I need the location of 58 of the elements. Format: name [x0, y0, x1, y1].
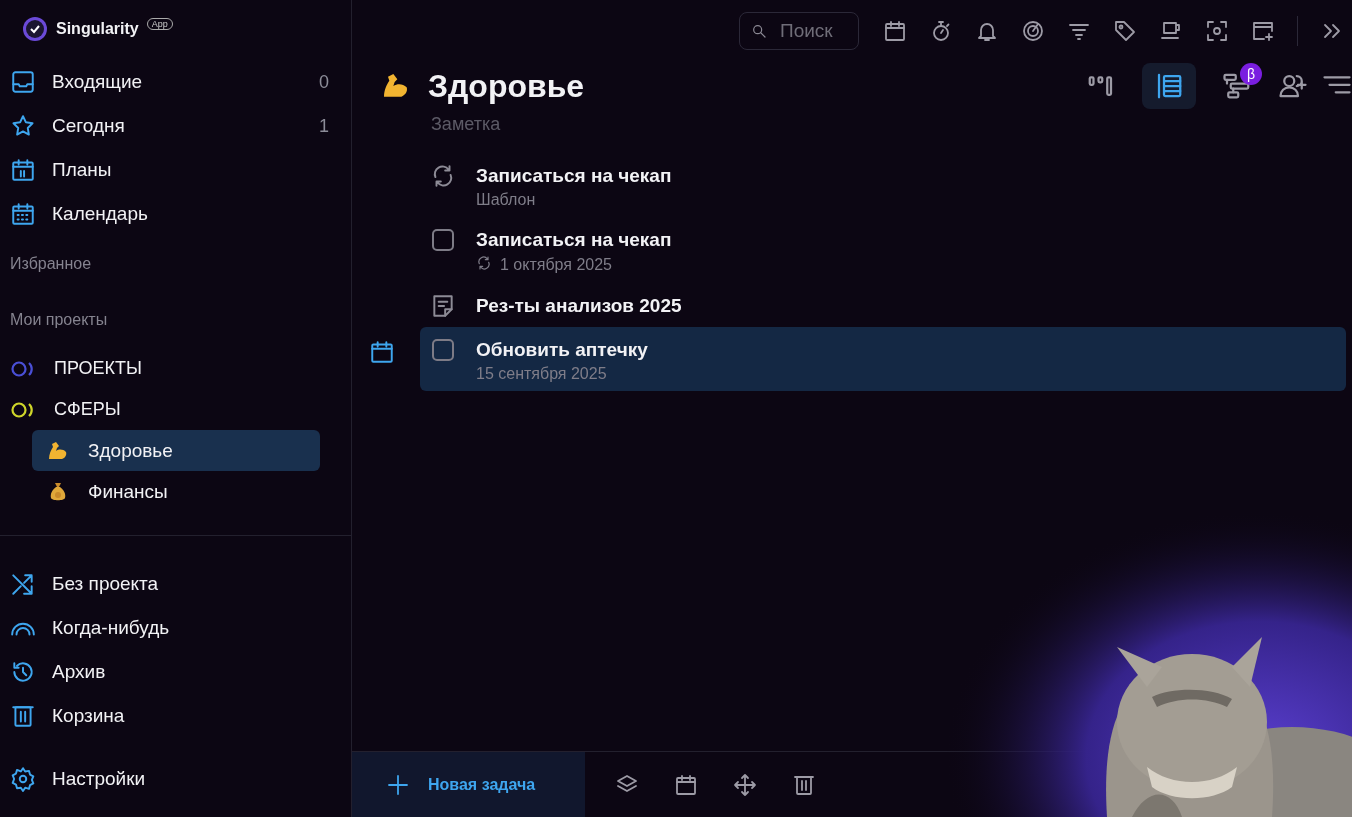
project-item[interactable]: Финансы — [32, 471, 320, 512]
project-group[interactable]: СФЕРЫ — [0, 389, 351, 430]
section-label: Избранное — [9, 254, 93, 274]
task-row[interactable]: Записаться на чекап Шаблон — [420, 153, 1346, 217]
shuffle-icon — [10, 571, 36, 597]
window-plus-icon[interactable] — [1251, 19, 1275, 43]
calendar-icon[interactable] — [674, 772, 698, 797]
calendar-icon[interactable] — [883, 19, 907, 43]
calendar-icon[interactable] — [369, 339, 395, 365]
calendar-icon — [10, 157, 36, 183]
sidebar-item[interactable]: Планы — [0, 148, 351, 192]
task-subtitle: Шаблон — [476, 191, 536, 209]
task-title: Обновить аптечку — [476, 338, 648, 362]
checkbox[interactable] — [432, 339, 454, 361]
new-task-button[interactable]: Новая задача — [352, 752, 585, 817]
sidebar-item[interactable]: Корзина — [0, 694, 351, 738]
task-title: Рез-ты анализов 2025 — [476, 294, 682, 318]
task-row[interactable]: Рез-ты анализов 2025 — [420, 283, 1346, 327]
project-title: Здоровье — [428, 67, 586, 105]
repeat-icon — [476, 255, 492, 271]
note-icon — [430, 293, 456, 319]
note-field[interactable]: Заметка — [431, 114, 731, 135]
project-group[interactable]: ПРОЕКТЫ — [0, 348, 351, 389]
checkbox[interactable] — [432, 229, 454, 251]
view-button[interactable]: β — [1210, 63, 1264, 109]
beta-badge: β — [1240, 63, 1262, 85]
history-icon — [10, 659, 36, 685]
task-title: Записаться на чекап — [476, 228, 672, 252]
plus-icon — [386, 772, 410, 797]
logo-icon — [22, 16, 48, 42]
settings-icon — [10, 766, 36, 792]
sidebar-item[interactable]: Календарь — [0, 192, 351, 236]
target-icon[interactable] — [1021, 19, 1045, 43]
calendar-grid-icon — [10, 201, 36, 227]
project-item[interactable]: Здоровье — [32, 430, 320, 471]
task-row[interactable]: Обновить аптечку 15 сентября 2025 — [420, 327, 1346, 391]
task-date: 15 сентября 2025 — [476, 365, 607, 383]
tag-icon[interactable] — [1113, 19, 1137, 43]
sidebar-item[interactable]: Без проекта — [0, 562, 351, 606]
scan-icon[interactable] — [1205, 19, 1229, 43]
sidebar-item[interactable]: Входящие 0 — [0, 60, 351, 104]
search-field[interactable]: Поиск — [739, 12, 859, 50]
section-label: Мои проекты — [9, 310, 109, 330]
sidebar-item[interactable]: Сегодня 1 — [0, 104, 351, 148]
trash-icon — [10, 703, 36, 729]
sidebar-item[interactable]: Когда-нибудь — [0, 606, 351, 650]
sidebar-item[interactable]: Архив — [0, 650, 351, 694]
item-count: 0 — [319, 71, 329, 93]
task-title: Записаться на чекап — [476, 164, 672, 188]
item-count: 1 — [319, 115, 329, 137]
inbox-icon — [10, 69, 36, 95]
move-icon[interactable] — [733, 772, 757, 797]
view-button[interactable] — [1142, 63, 1196, 109]
task-row[interactable]: Записаться на чекап 1 октября 2025 — [420, 217, 1346, 283]
app-name: Singularity — [56, 20, 139, 38]
task-date: 1 октября 2025 — [500, 256, 612, 274]
sidebar-item[interactable]: Настройки — [0, 757, 351, 801]
search-icon — [751, 23, 767, 39]
